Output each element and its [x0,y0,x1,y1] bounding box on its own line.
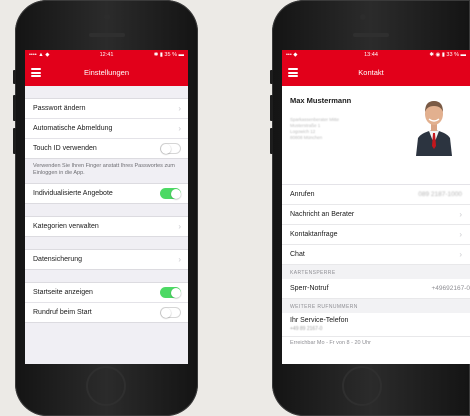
row-label: Sperr-Notruf [290,285,329,292]
offers-group: Individualisierte Angebote [25,183,188,204]
row-label: Anrufen [290,191,315,198]
row-label: Touch ID verwenden [33,145,97,152]
row-label: Chat [290,251,305,258]
row-label: Kontaktanfrage [290,231,338,238]
security-group: Passwort ändern › Automatische Abmeldung… [25,98,188,159]
row-touch-id: Touch ID verwenden [25,139,188,158]
chevron-right-icon: › [178,104,181,113]
volume-up-button [13,95,16,121]
phone-right: ••• ◆ 13:44 ✱ ◉ ▮ 33 % ▬ Kontakt Max Mus… [270,0,470,416]
row-manage-categories[interactable]: Kategorien verwalten › [25,217,188,236]
chat-row[interactable]: Chat › [282,245,470,265]
settings-screen: •••• ▲ ◆ 12:41 ✱ ▮ 35 % ▬ Einstellungen … [25,50,188,364]
volume-down-button [270,128,273,154]
page-title: Kontakt [358,68,384,77]
chevron-right-icon: › [178,222,181,231]
advisor-card: Max Mustermann Sparkassenberater Mitte M… [282,86,470,185]
row-show-start-page: Startseite anzeigen [25,283,188,303]
chevron-right-icon: › [178,255,181,264]
battery-indicator: ✱ ▮ 35 % ▬ [153,52,184,58]
start-group: Startseite anzeigen Rundruf beim Start [25,282,188,323]
page-title: Einstellungen [83,68,130,77]
block-hotline-row[interactable]: Sperr-Notruf +49692167-0 [282,279,470,299]
row-label: Startseite anzeigen [33,289,93,296]
row-label: Individualisierte Angebote [33,190,113,197]
chevron-right-icon: › [178,124,181,133]
row-label: Automatische Abmeldung [33,125,113,132]
home-button[interactable] [85,366,126,406]
chevron-right-icon: › [459,250,462,259]
row-label: Nachricht an Berater [290,211,355,218]
touch-id-toggle[interactable] [160,143,181,154]
offers-toggle[interactable] [160,188,181,199]
call-row[interactable]: Anrufen 089 2187-1000 [282,185,470,205]
row-label: Passwort ändern [33,105,86,112]
opening-hours: Erreichbar Mo - Fr von 8 - 20 Uhr [290,340,371,346]
row-personalized-offers: Individualisierte Angebote [25,184,188,203]
contact-screen: ••• ◆ 13:44 ✱ ◉ ▮ 33 % ▬ Kontakt Max Mus… [282,50,470,364]
contact-request-row[interactable]: Kontaktanfrage › [282,225,470,245]
battery-indicator: ✱ ◉ ▮ 33 % ▬ [429,52,466,58]
touch-id-footnote: Verwenden Sie Ihren Finger anstatt Ihres… [33,163,175,176]
home-button[interactable] [342,366,382,406]
section-header-more-numbers: WEITERE RUFNUMMERN [282,299,470,313]
row-label: Kategorien verwalten [33,223,99,230]
camera-dot [103,14,110,20]
row-label: Ihr Service-Telefon [290,317,349,324]
row-auto-logout[interactable]: Automatische Abmeldung › [25,119,188,139]
phone-number: +49 89 2167-0 [290,326,323,332]
row-broadcast-on-start: Rundruf beim Start [25,303,188,322]
phone-left: •••• ▲ ◆ 12:41 ✱ ▮ 35 % ▬ Einstellungen … [13,0,198,416]
nav-bar: Kontakt [282,60,470,86]
status-bar: •••• ▲ ◆ 12:41 ✱ ▮ 35 % ▬ [25,50,188,60]
row-label: Rundruf beim Start [33,309,92,316]
categories-group: Kategorien verwalten › [25,216,188,237]
nav-bar: Einstellungen [25,60,188,86]
row-label: Datensicherung [33,256,83,263]
message-advisor-row[interactable]: Nachricht an Berater › [282,205,470,225]
chevron-right-icon: › [459,210,462,219]
menu-icon[interactable] [288,68,298,77]
phone-number: +49692167-0 [431,285,470,292]
volume-up-button [270,95,273,121]
avatar-photo [412,92,456,156]
broadcast-toggle[interactable] [160,307,181,318]
backup-group: Datensicherung › [25,249,188,270]
status-bar: ••• ◆ 13:44 ✱ ◉ ▮ 33 % ▬ [282,50,470,60]
volume-down-button [13,128,16,154]
mute-switch [270,70,273,84]
menu-icon[interactable] [31,68,41,77]
row-data-backup[interactable]: Datensicherung › [25,250,188,269]
service-phone-row[interactable]: Ihr Service-Telefon +49 89 2167-0 [282,313,470,337]
camera-dot [360,14,366,20]
phone-number: 089 2187-1000 [418,191,462,198]
start-page-toggle[interactable] [160,287,181,298]
chevron-right-icon: › [459,230,462,239]
mute-switch [13,70,16,84]
row-change-password[interactable]: Passwort ändern › [25,99,188,119]
section-header-card-block: KARTENSPERRE [282,265,470,279]
